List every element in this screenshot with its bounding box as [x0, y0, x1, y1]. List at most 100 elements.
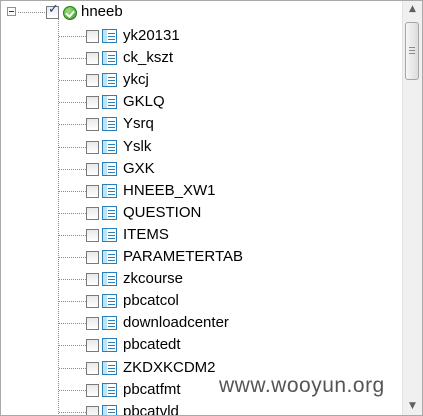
- table-icon: [102, 383, 117, 397]
- node-label: ZKDXKCDM2: [123, 359, 216, 376]
- tree-connector: [59, 345, 86, 346]
- root-label: hneeb: [81, 3, 123, 20]
- node-label: pbcatfmt: [123, 381, 181, 398]
- tree-root-node[interactable]: ✓ hneeb: [1, 1, 401, 25]
- node-checkbox[interactable]: [86, 163, 99, 176]
- node-checkbox[interactable]: [86, 207, 99, 220]
- tree-connector: [18, 12, 45, 13]
- tree-table-node[interactable]: Ysrq: [1, 113, 401, 135]
- tree-table-node[interactable]: HNEEB_XW1: [1, 180, 401, 202]
- tree-table-node[interactable]: ykcj: [1, 69, 401, 91]
- tree-connector: [59, 147, 86, 148]
- node-label: zkcourse: [123, 270, 184, 287]
- node-checkbox[interactable]: [86, 273, 99, 286]
- table-icon: [102, 29, 117, 43]
- node-label: PARAMETERTAB: [123, 248, 244, 265]
- tree-connector: [59, 257, 86, 258]
- watermark-text: www.wooyun.org: [219, 374, 385, 397]
- table-icon: [102, 73, 117, 87]
- table-icon: [102, 272, 117, 286]
- tree-connector: [59, 36, 86, 37]
- tree-connector: [59, 279, 86, 280]
- tree-connector: [59, 169, 86, 170]
- table-icon: [102, 250, 117, 264]
- tree-connector: [59, 235, 86, 236]
- tree-table-node[interactable]: pbcatedt: [1, 334, 401, 356]
- table-icon: [102, 51, 117, 65]
- grip-line: [409, 50, 415, 51]
- tree-connector: [59, 58, 86, 59]
- grip-line: [409, 53, 415, 54]
- tree-table-node[interactable]: Yslk: [1, 136, 401, 158]
- tree-connector: [59, 102, 86, 103]
- node-checkbox[interactable]: [86, 251, 99, 264]
- grip-line: [409, 47, 415, 48]
- node-label: GXK: [123, 160, 155, 177]
- node-checkbox[interactable]: [86, 406, 99, 415]
- tree-table-node[interactable]: downloadcenter: [1, 312, 401, 334]
- node-label: QUESTION: [123, 204, 202, 221]
- tree-table-node[interactable]: QUESTION: [1, 202, 401, 224]
- table-icon: [102, 405, 117, 415]
- collapse-icon[interactable]: [7, 7, 16, 16]
- node-checkbox[interactable]: [86, 118, 99, 131]
- node-checkbox[interactable]: [86, 317, 99, 330]
- table-icon: [102, 294, 117, 308]
- node-checkbox[interactable]: [86, 96, 99, 109]
- table-icon: [102, 338, 117, 352]
- tree-connector: [59, 301, 86, 302]
- node-label: downloadcenter: [123, 314, 229, 331]
- node-checkbox[interactable]: [86, 384, 99, 397]
- table-tree: ✓ hneeb yk20131 ck_ksztykcj GKLQ Ysrq Yslk GX…: [1, 1, 401, 415]
- root-checkbox[interactable]: ✓: [46, 3, 59, 19]
- node-label: HNEEB_XW1: [123, 182, 216, 199]
- node-checkbox[interactable]: [86, 229, 99, 242]
- tree-connector: [59, 323, 86, 324]
- node-label: Ysrq: [123, 115, 154, 132]
- ok-status-icon: [63, 6, 77, 20]
- tree-connector: [59, 213, 86, 214]
- tree-connector: [59, 368, 86, 369]
- scroll-up-arrow-icon[interactable]: ▲: [403, 1, 422, 18]
- tree-table-node[interactable]: ck_kszt: [1, 47, 401, 69]
- tree-table-node[interactable]: pbcatcol: [1, 290, 401, 312]
- node-checkbox[interactable]: [86, 295, 99, 308]
- scrollbar-thumb[interactable]: [405, 22, 419, 80]
- node-label: ITEMS: [123, 226, 169, 243]
- table-icon: [102, 140, 117, 154]
- node-checkbox[interactable]: [86, 141, 99, 154]
- node-checkbox[interactable]: [86, 52, 99, 65]
- node-checkbox[interactable]: [86, 185, 99, 198]
- tree-connector: [59, 390, 86, 391]
- node-checkbox[interactable]: [86, 339, 99, 352]
- table-icon: [102, 316, 117, 330]
- node-label: yk20131: [123, 27, 180, 44]
- table-icon: [102, 184, 117, 198]
- scroll-down-arrow-icon[interactable]: ▼: [403, 398, 422, 415]
- node-label: GKLQ: [123, 93, 165, 110]
- node-label: ykcj: [123, 71, 149, 88]
- node-label: pbcatcol: [123, 292, 179, 309]
- table-icon: [102, 117, 117, 131]
- tree-table-node[interactable]: pbcatvld: [1, 401, 401, 415]
- node-label: pbcatvld: [123, 403, 179, 415]
- node-checkbox[interactable]: [86, 74, 99, 87]
- tree-table-node[interactable]: yk20131: [1, 25, 401, 47]
- tree-table-node[interactable]: ITEMS: [1, 224, 401, 246]
- table-icon: [102, 228, 117, 242]
- node-label: Yslk: [123, 138, 152, 155]
- node-label: pbcatedt: [123, 336, 181, 353]
- tree-table-node[interactable]: GXK: [1, 158, 401, 180]
- tree-table-node[interactable]: zkcourse: [1, 268, 401, 290]
- tree-table-node[interactable]: PARAMETERTAB: [1, 246, 401, 268]
- table-icon: [102, 361, 117, 375]
- tree-connector: [59, 80, 86, 81]
- node-checkbox[interactable]: [86, 362, 99, 375]
- vertical-scrollbar[interactable]: ▲ ▼: [402, 1, 422, 415]
- node-checkbox[interactable]: [86, 30, 99, 43]
- tree-connector: [59, 124, 86, 125]
- table-icon: [102, 95, 117, 109]
- node-label: ck_kszt: [123, 49, 174, 66]
- tree-table-node[interactable]: GKLQ: [1, 91, 401, 113]
- table-icon: [102, 206, 117, 220]
